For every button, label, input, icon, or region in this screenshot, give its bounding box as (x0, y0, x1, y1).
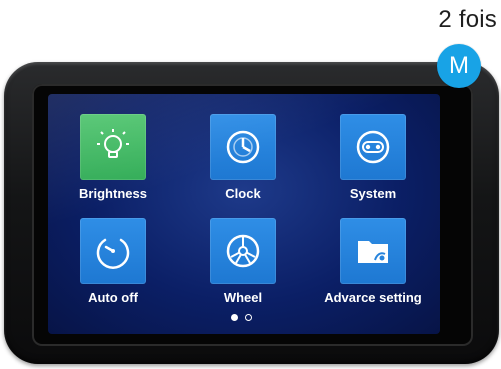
page-dot-inactive[interactable] (245, 314, 252, 321)
brightness-label: Brightness (79, 186, 147, 201)
system-tile[interactable] (340, 114, 406, 180)
advance-setting-tile[interactable] (340, 218, 406, 284)
folder-settings-icon (358, 241, 388, 263)
auto-off-tile[interactable] (80, 218, 146, 284)
clock-icon (226, 130, 260, 164)
advance-setting-label: Advarce setting (324, 290, 422, 305)
device-screen: Brightness Clock System Auto off Wheel A… (48, 94, 440, 334)
page-dot-active[interactable] (231, 314, 238, 321)
wheel-label: Wheel (223, 290, 263, 305)
clock-label: Clock (225, 186, 261, 201)
auto-off-label: Auto off (88, 290, 138, 305)
photo-canvas: 2 fois M Brightness Clock System Auto of… (0, 0, 501, 369)
m-button-badge: M (437, 44, 481, 88)
wheel-tile[interactable] (210, 218, 276, 284)
press-count-annotation: 2 fois (438, 6, 497, 33)
wheel-icon (226, 234, 260, 268)
display-device: Brightness Clock System Auto off Wheel A… (4, 62, 499, 364)
system-label: System (349, 186, 397, 201)
power-timer-icon (96, 238, 130, 269)
system-icon (356, 130, 390, 164)
brightness-tile[interactable] (80, 114, 146, 180)
bulb-icon (97, 129, 129, 158)
page-indicator (231, 314, 252, 321)
clock-tile[interactable] (210, 114, 276, 180)
